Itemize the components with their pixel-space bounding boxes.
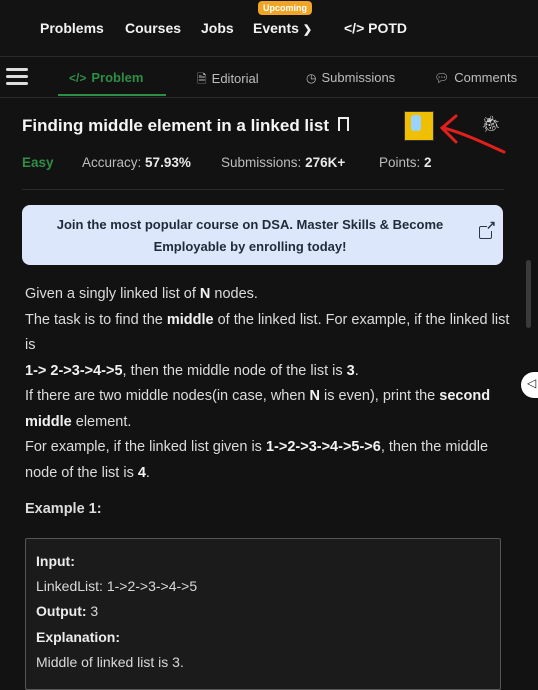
tab-problem-label: Problem	[91, 70, 144, 85]
nav-jobs[interactable]: Jobs	[201, 20, 234, 36]
tab-editorial[interactable]: 🗎 Editorial	[197, 70, 259, 91]
desc-line-4: If there are two middle nodes(in case, w…	[25, 388, 491, 430]
tab-comments-label: Comments	[454, 70, 518, 85]
divider	[22, 189, 504, 190]
comment-icon: 💬︎	[434, 71, 450, 85]
output-value: 3	[90, 603, 99, 619]
tab-editorial-label: Editorial	[211, 71, 259, 86]
tab-submissions[interactable]: ◷ Submissions	[306, 70, 395, 85]
problem-tabbar: </> Problem 🗎 Editorial ◷ Submissions 💬︎ Com…	[0, 57, 538, 98]
submissions-value: 276K+	[305, 155, 346, 170]
example-box: Input: LinkedList: 1->2->3->4->5 Output:…	[25, 538, 501, 690]
code-icon: </>	[344, 20, 365, 36]
top-navbar: Problems Courses Jobs Upcoming Events ❯ <…	[0, 0, 538, 57]
upcoming-badge: Upcoming	[258, 1, 312, 15]
difficulty-label: Easy	[22, 155, 54, 170]
tab-submissions-label: Submissions	[321, 70, 396, 85]
problem-title: Finding middle element in a linked list	[22, 116, 329, 135]
tab-comments[interactable]: 💬︎ Comments	[434, 70, 517, 85]
example-title: Example 1:	[25, 501, 102, 517]
avatar[interactable]	[404, 111, 434, 141]
bug-report-icon[interactable]: 🐞︎	[481, 114, 501, 134]
chevron-left-icon: ◁	[527, 376, 537, 390]
desc-line-5: For example, if the linked list given is…	[25, 439, 489, 481]
desc-line-3: 1-> 2->3->4->5, then the middle node of …	[25, 362, 359, 379]
explanation-value: Middle of linked list is 3.	[36, 654, 184, 670]
nav-potd[interactable]: </> POTD	[344, 20, 407, 36]
chevron-down-icon: ❯	[302, 24, 313, 36]
nav-potd-label: POTD	[368, 20, 408, 36]
promo-text: Join the most popular course on DSA. Mas…	[50, 214, 450, 258]
points-value: 2	[424, 155, 432, 170]
problem-description: Given a singly linked list of N nodes. T…	[25, 282, 515, 486]
desc-line-1: Given a singly linked list of N nodes.	[25, 286, 258, 302]
submissions-count: Submissions: 276K+	[221, 155, 345, 170]
collapse-panel-button[interactable]: ◁	[521, 372, 538, 398]
course-promo-banner[interactable]: Join the most popular course on DSA. Mas…	[22, 205, 503, 265]
nav-events-label: Events	[253, 20, 299, 36]
promo-line-1: Join the most popular course on DSA. Mas…	[56, 217, 444, 232]
document-icon: 🗎	[197, 72, 207, 86]
accuracy: Accuracy: 57.93%	[82, 155, 191, 170]
input-label: Input:	[36, 553, 75, 569]
desc-line-2: The task is to find the middle of the li…	[25, 311, 510, 354]
submissions-label: Submissions:	[221, 155, 302, 170]
accuracy-value: 57.93%	[145, 155, 191, 170]
nav-events[interactable]: Events ❯	[253, 20, 312, 36]
bookmark-icon[interactable]	[338, 117, 349, 136]
clock-icon: ◷	[306, 71, 317, 85]
explanation-label: Explanation:	[36, 629, 121, 645]
nav-problems[interactable]: Problems	[40, 20, 104, 36]
output-label: Output:	[36, 603, 87, 619]
active-tab-indicator	[58, 94, 166, 96]
menu-icon[interactable]	[6, 68, 28, 86]
accuracy-label: Accuracy:	[82, 155, 142, 170]
promo-line-2: Employable by enrolling today!	[153, 239, 347, 254]
input-value: LinkedList: 1->2->3->4->5	[36, 578, 198, 594]
points: Points: 2	[379, 155, 432, 170]
nav-courses[interactable]: Courses	[125, 20, 181, 36]
code-icon: </>	[69, 71, 87, 85]
external-link-icon[interactable]	[479, 218, 496, 239]
tab-problem[interactable]: </> Problem	[69, 70, 143, 85]
points-label: Points:	[379, 155, 421, 170]
scrollbar-thumb[interactable]	[526, 260, 531, 328]
